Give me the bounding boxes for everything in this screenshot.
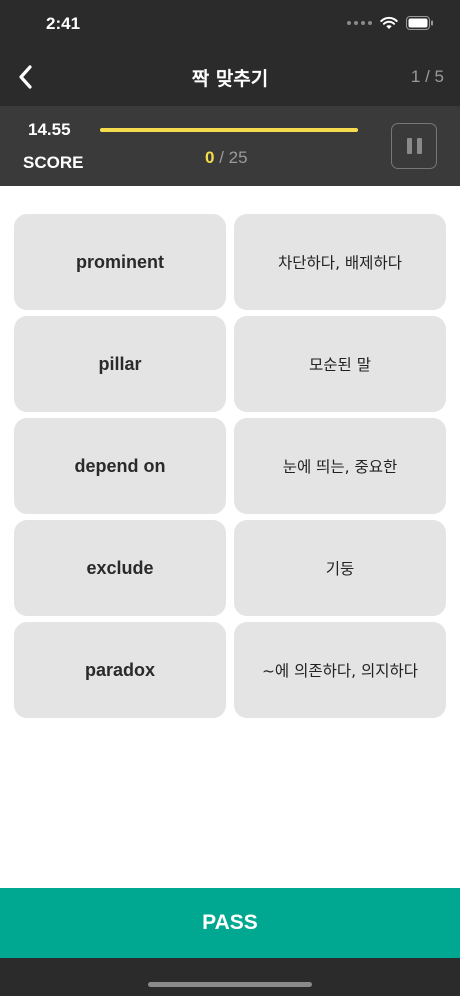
meaning-card[interactable]: ~에 의존하다, 의지하다 (234, 622, 446, 718)
pause-button[interactable] (391, 123, 437, 169)
score-value: 14.55 (28, 120, 71, 139)
meaning-card[interactable]: 모순된 말 (234, 316, 446, 412)
round-counter: 1 / 5 (410, 67, 444, 86)
meaning-card[interactable]: 눈에 띄는, 중요한 (234, 418, 446, 514)
word-card[interactable]: exclude (14, 520, 226, 616)
score-panel: 14.55 SCORE 0 / 25 (0, 106, 460, 186)
timer-progress-fill (100, 128, 358, 132)
wifi-icon (380, 16, 398, 29)
status-bar: 2:41 (0, 0, 460, 50)
score-label: SCORE (23, 153, 84, 172)
nav-bar: 짝 맞추기 1 / 5 (0, 50, 460, 106)
word-card[interactable]: paradox (14, 622, 226, 718)
word-card[interactable]: prominent (14, 214, 226, 310)
pass-button[interactable]: PASS (0, 888, 460, 958)
word-card[interactable]: depend on (14, 418, 226, 514)
bottom-bar (0, 958, 460, 996)
page-title: 짝 맞추기 (191, 68, 269, 90)
total-count: / 25 (214, 148, 248, 167)
timer-progress-bar (100, 128, 358, 132)
meaning-card[interactable]: 기둥 (234, 520, 446, 616)
pause-icon (406, 138, 412, 154)
meaning-card[interactable]: 차단하다, 배제하다 (234, 214, 446, 310)
signal-icon (347, 21, 372, 25)
card-grid: prominent 차단하다, 배제하다 pillar 모순된 말 depend on 눈… (14, 214, 446, 718)
status-time: 2:41 (46, 14, 81, 33)
battery-icon (406, 16, 433, 30)
word-card[interactable]: pillar (14, 316, 226, 412)
home-indicator (148, 982, 312, 987)
status-icons (347, 16, 434, 30)
